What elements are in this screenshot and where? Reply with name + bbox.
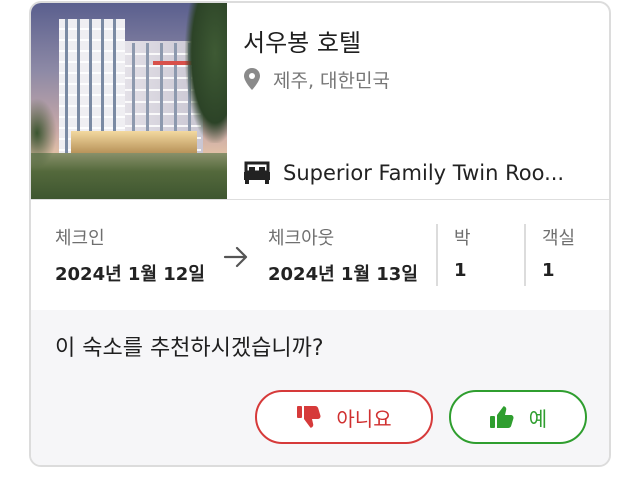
checkin-label: 체크인 xyxy=(55,228,105,249)
column-divider xyxy=(436,224,438,286)
checkin-date: 2024년 1월 12일 xyxy=(55,264,205,285)
hotel-location: 제주, 대한민국 xyxy=(273,69,390,92)
thumbs-up-icon xyxy=(489,406,514,428)
arrow-right-icon xyxy=(223,246,248,268)
thumbs-down-icon xyxy=(297,406,321,428)
rooms-label: 객실 xyxy=(542,228,576,249)
hotel-location-row: 제주, 대한민국 xyxy=(243,67,390,92)
recommend-no-button[interactable]: 아니요 xyxy=(255,390,433,444)
recommend-yes-label: 예 xyxy=(528,406,548,431)
recommend-question: 이 숙소를 추천하시겠습니까? xyxy=(55,336,324,361)
room-type: Superior Family Twin Roo... xyxy=(283,161,565,185)
map-pin-icon xyxy=(244,68,260,90)
hotel-photo[interactable] xyxy=(31,3,227,199)
recommend-yes-button[interactable]: 예 xyxy=(449,390,587,444)
bed-icon xyxy=(244,161,270,184)
checkout-date: 2024년 1월 13일 xyxy=(268,264,418,285)
room-type-row: Superior Family Twin Roo... xyxy=(243,159,593,187)
recommend-section: 이 숙소를 추천하시겠습니까? 아니요 예 xyxy=(31,310,609,465)
hotel-summary[interactable]: 서우봉 호텔 제주, 대한민국 Superior Family Twin Roo… xyxy=(31,3,609,199)
hotel-name: 서우봉 호텔 xyxy=(243,29,362,57)
nights-count: 1 xyxy=(454,260,467,281)
rooms-count: 1 xyxy=(542,260,555,281)
booking-card: 서우봉 호텔 제주, 대한민국 Superior Family Twin Roo… xyxy=(29,1,611,467)
stay-details: 체크인 2024년 1월 12일 체크아웃 2024년 1월 13일 박 1 객… xyxy=(31,200,609,310)
recommend-no-label: 아니요 xyxy=(336,406,392,431)
nights-label: 박 xyxy=(454,228,471,249)
checkout-label: 체크아웃 xyxy=(268,228,335,249)
column-divider xyxy=(524,224,526,286)
